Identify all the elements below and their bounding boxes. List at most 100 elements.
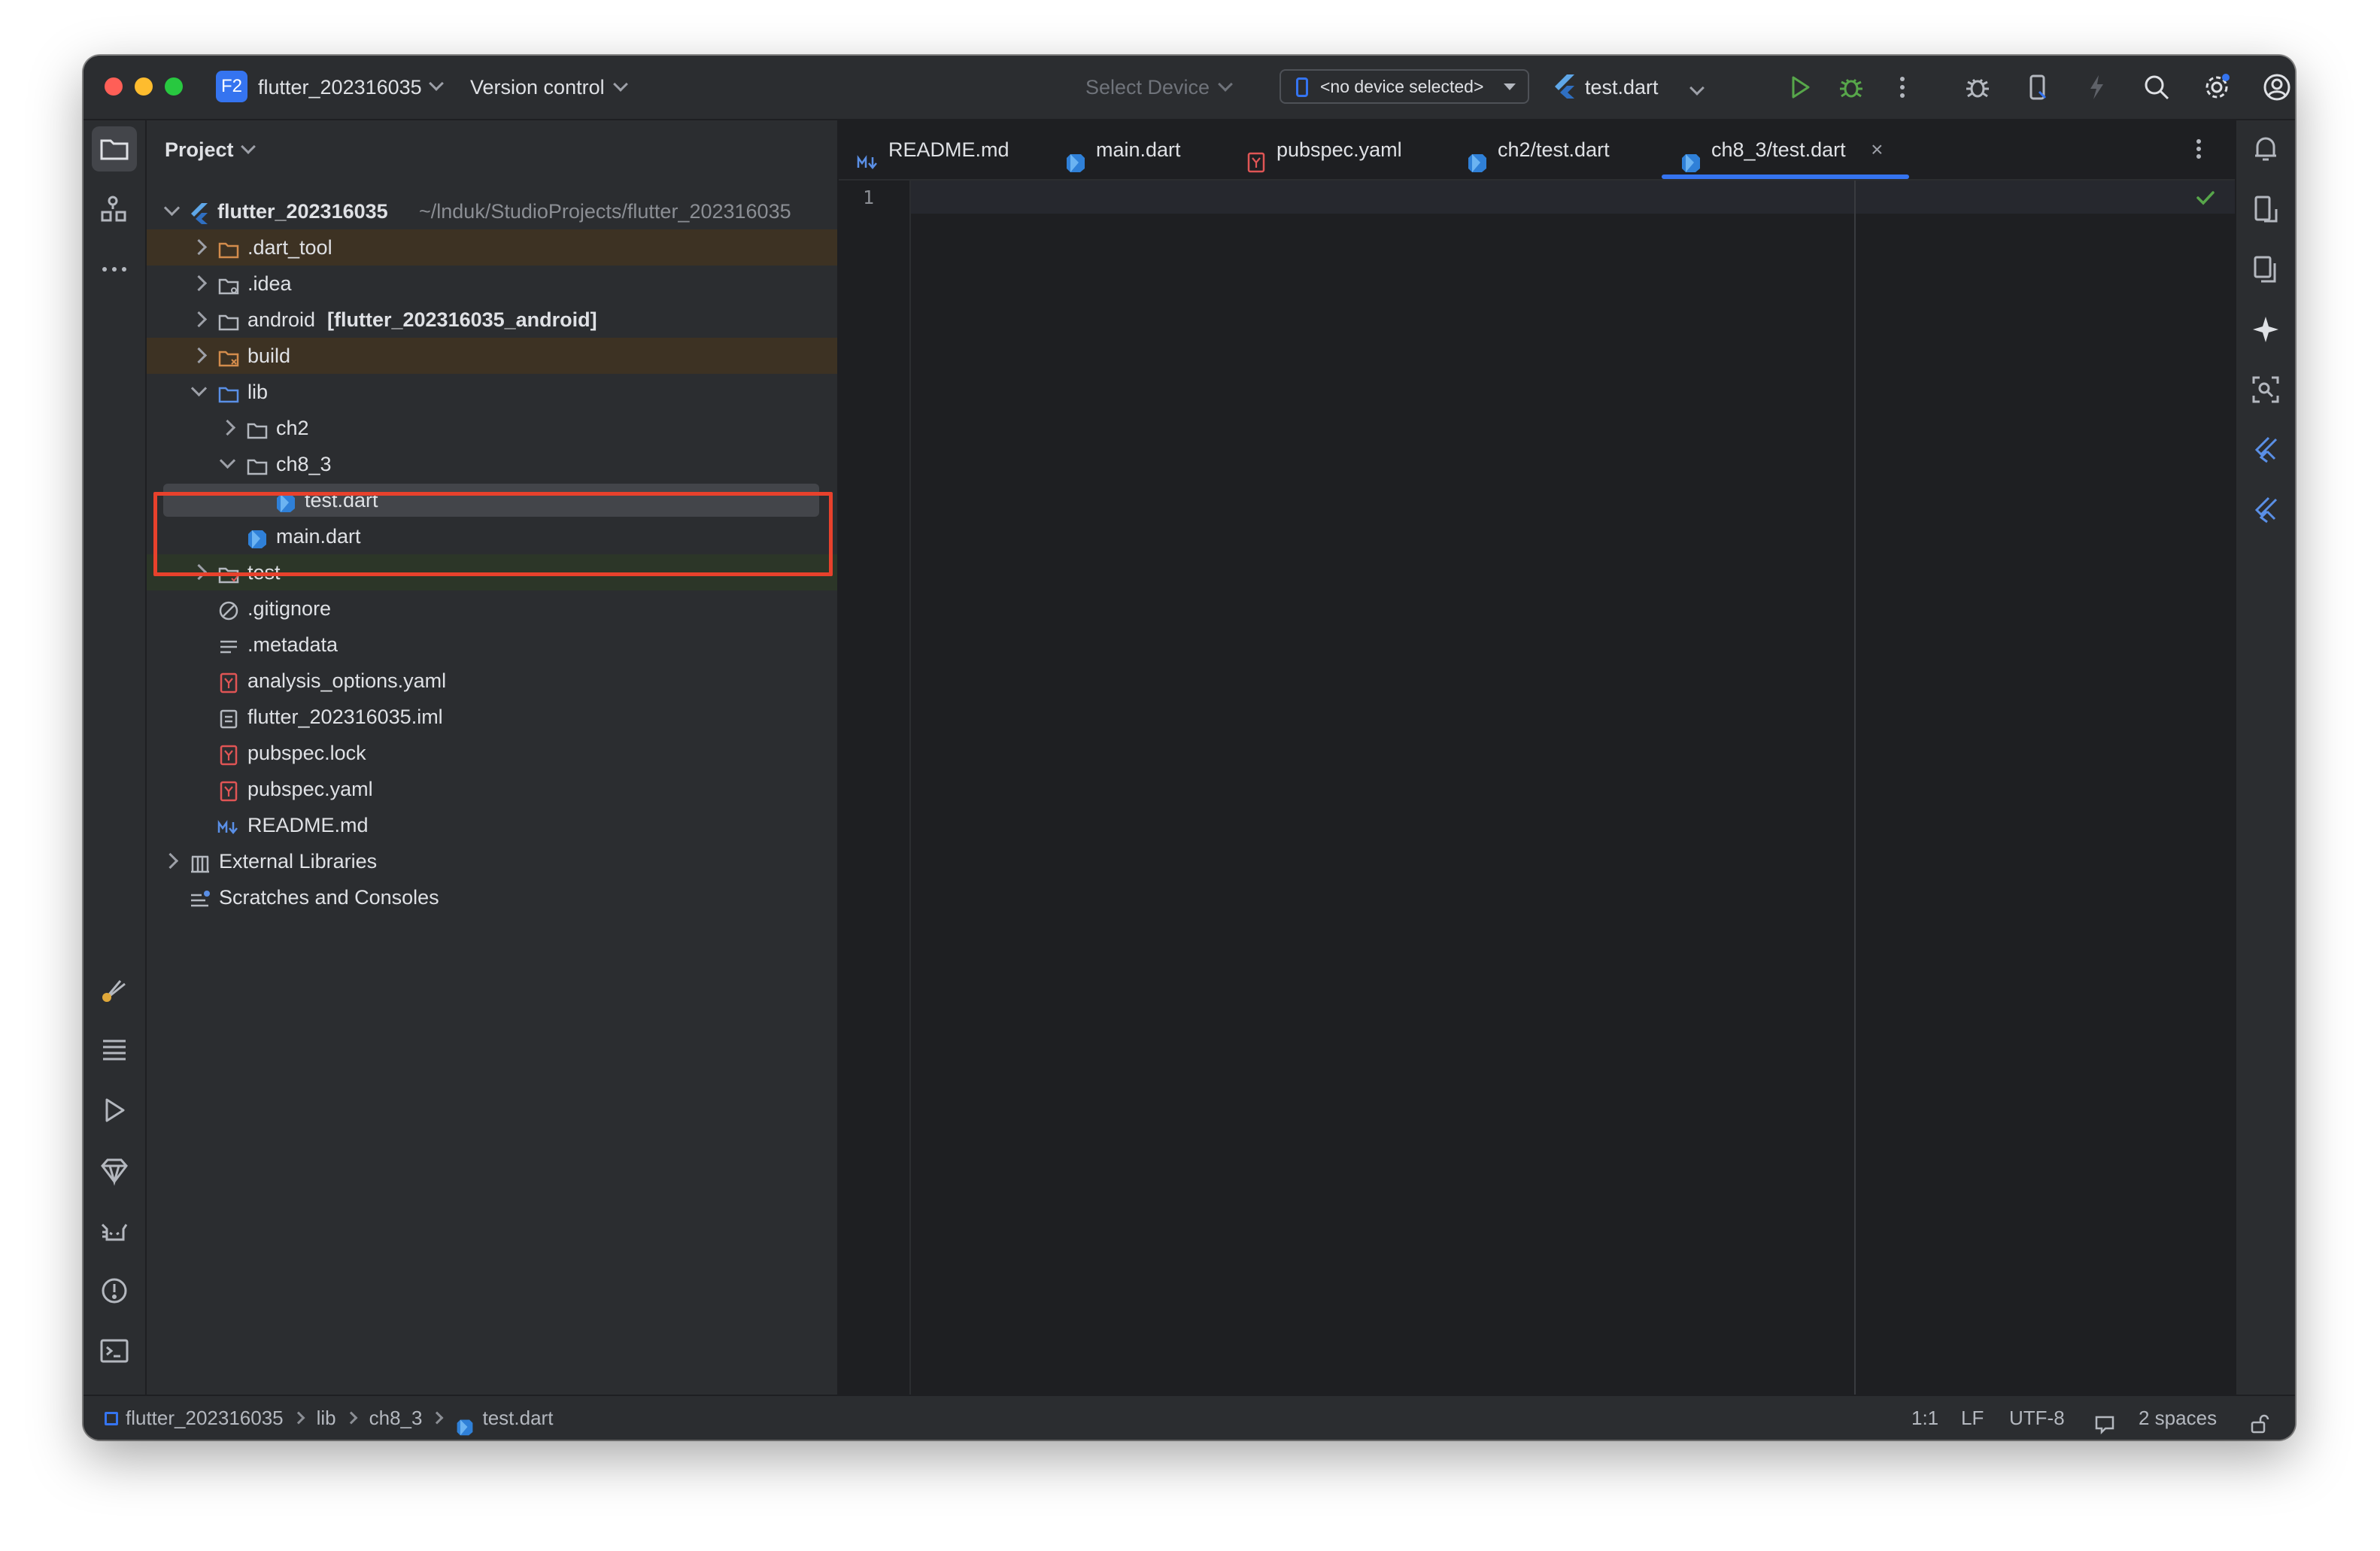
device-manager-icon[interactable] bbox=[2023, 72, 2053, 102]
ignore-file-icon bbox=[217, 597, 240, 621]
select-device-menu[interactable]: Select Device bbox=[1085, 56, 1233, 119]
breadcrumb-item-ch8-3[interactable]: ch8_3 bbox=[369, 1407, 423, 1429]
chevron-right-icon[interactable] bbox=[190, 347, 208, 364]
tree-item-ch2[interactable]: ch2 bbox=[147, 410, 837, 446]
highlight-annotation-box bbox=[153, 492, 833, 576]
layout-inspector-icon[interactable] bbox=[2249, 373, 2282, 406]
outline-icon[interactable] bbox=[98, 1033, 131, 1067]
tree-item-ch8-3[interactable]: ch8_3 bbox=[147, 446, 837, 482]
debug-icon[interactable] bbox=[1836, 72, 1866, 102]
tree-item-android[interactable]: android [flutter_202316035_android] bbox=[147, 302, 837, 338]
folder-icon bbox=[217, 308, 240, 331]
tree-item-build[interactable]: build bbox=[147, 338, 837, 374]
tree-item-readme[interactable]: README.md bbox=[147, 807, 837, 843]
tree-root-name: flutter_202316035 bbox=[217, 200, 388, 223]
version-control-menu[interactable]: Version control bbox=[470, 56, 628, 119]
project-view-selector[interactable]: Project bbox=[165, 120, 256, 179]
terminal-icon[interactable] bbox=[98, 1334, 131, 1367]
chevron-right-icon[interactable] bbox=[190, 311, 208, 328]
flutter-outline-icon[interactable] bbox=[2249, 433, 2282, 466]
file-duplicate-icon[interactable] bbox=[2249, 253, 2282, 286]
tree-item-lib[interactable]: lib bbox=[147, 374, 837, 410]
notifications-icon[interactable] bbox=[2249, 132, 2282, 165]
breadcrumb-item-file[interactable]: test.dart bbox=[482, 1407, 553, 1429]
breadcrumb-item-lib[interactable]: lib bbox=[317, 1407, 336, 1429]
maximize-window-button[interactable] bbox=[165, 77, 183, 96]
caret-position[interactable]: 1:1 bbox=[1911, 1396, 1938, 1440]
module-file-icon bbox=[217, 706, 240, 729]
tree-item-scratches[interactable]: Scratches and Consoles bbox=[147, 879, 837, 915]
more-tools-icon[interactable] bbox=[98, 253, 131, 286]
tree-item-pubspec-lock[interactable]: pubspec.lock bbox=[147, 735, 837, 771]
tree-item-analysis-options[interactable]: analysis_options.yaml bbox=[147, 663, 837, 699]
chevron-right-icon[interactable] bbox=[190, 275, 208, 292]
tree-item-external-libraries[interactable]: External Libraries bbox=[147, 843, 837, 879]
tree-item-dart-tool[interactable]: .dart_tool bbox=[147, 229, 837, 266]
project-badge: F2 bbox=[216, 71, 247, 102]
version-control-label: Version control bbox=[470, 76, 605, 99]
search-icon[interactable] bbox=[2142, 72, 2172, 102]
file-encoding[interactable]: UTF-8 bbox=[2009, 1396, 2065, 1440]
tab-label: ch8_3/test.dart bbox=[1711, 138, 1846, 161]
tree-item-gitignore[interactable]: .gitignore bbox=[147, 590, 837, 627]
chevron-down-icon[interactable] bbox=[219, 452, 236, 469]
bug-icon[interactable] bbox=[1963, 72, 1993, 102]
tab-ch8-3-test-dart[interactable]: ch8_3/test.dart × bbox=[1662, 120, 1908, 179]
line-number: 1 bbox=[863, 187, 875, 208]
run-icon[interactable] bbox=[1785, 72, 1815, 102]
minimize-window-button[interactable] bbox=[135, 77, 153, 96]
line-gutter: 1 bbox=[839, 181, 911, 1395]
sparkle-icon[interactable] bbox=[2249, 313, 2282, 346]
flutter-inspector-icon[interactable] bbox=[98, 973, 131, 1006]
text-file-icon bbox=[217, 633, 240, 656]
account-icon[interactable] bbox=[2262, 72, 2292, 102]
structure-icon[interactable] bbox=[98, 193, 131, 226]
flutter-performance-icon[interactable] bbox=[2249, 493, 2282, 527]
breadcrumb-item-project[interactable]: flutter_202316035 bbox=[126, 1407, 284, 1429]
hot-reload-icon[interactable] bbox=[2081, 72, 2111, 102]
tab-ch2-test-dart[interactable]: ch2/test.dart bbox=[1466, 120, 1610, 179]
tree-item-iml[interactable]: flutter_202316035.iml bbox=[147, 699, 837, 735]
chevron-down-icon[interactable] bbox=[163, 199, 181, 217]
problems-icon[interactable] bbox=[98, 1274, 131, 1307]
more-icon[interactable] bbox=[1887, 72, 1917, 102]
tab-main-dart[interactable]: main.dart bbox=[1064, 120, 1181, 179]
chevron-down-icon bbox=[1689, 80, 1705, 96]
settings-icon[interactable] bbox=[2202, 72, 2232, 102]
tab-pubspec-yaml[interactable]: pubspec.yaml bbox=[1245, 120, 1402, 179]
editor-tabs: README.md main.dart pubspec.yaml ch2/tes… bbox=[839, 120, 2236, 181]
gem-icon[interactable] bbox=[98, 1154, 131, 1187]
tree-root-flutter-project[interactable]: flutter_202316035 ~/lnduk/StudioProjects… bbox=[147, 193, 837, 229]
tab-options-icon[interactable] bbox=[2184, 134, 2214, 164]
chevron-right-icon[interactable] bbox=[162, 852, 179, 870]
tree-item-label: ch2 bbox=[276, 417, 309, 439]
scratches-icon bbox=[189, 886, 211, 909]
device-dropdown[interactable]: <no device selected> bbox=[1280, 69, 1529, 104]
device-mirroring-icon[interactable] bbox=[2249, 193, 2282, 226]
chevron-right-icon[interactable] bbox=[219, 419, 236, 436]
tree-item-label: flutter_202316035.iml bbox=[247, 706, 443, 728]
markdown-file-icon bbox=[217, 814, 240, 836]
folder-icon[interactable] bbox=[98, 132, 131, 165]
logcat-icon[interactable] bbox=[98, 1214, 131, 1247]
close-tab-icon[interactable]: × bbox=[1871, 120, 1883, 179]
code-editor[interactable]: 1 bbox=[839, 181, 2236, 1395]
chevron-down-icon bbox=[1218, 77, 1233, 92]
dart-icon bbox=[1466, 138, 1489, 172]
line-ending[interactable]: LF bbox=[1961, 1396, 1984, 1440]
close-window-button[interactable] bbox=[105, 77, 123, 96]
dart-icon bbox=[455, 1408, 475, 1436]
lock-icon[interactable] bbox=[2248, 1407, 2271, 1440]
chevron-right-icon[interactable] bbox=[190, 238, 208, 256]
no-problems-check-icon[interactable] bbox=[2193, 185, 2218, 211]
tree-item-label: Scratches and Consoles bbox=[219, 886, 439, 909]
reader-mode-icon[interactable] bbox=[2093, 1407, 2116, 1440]
chevron-down-icon[interactable] bbox=[190, 380, 208, 397]
tree-item-pubspec-yaml[interactable]: pubspec.yaml bbox=[147, 771, 837, 807]
indent-setting[interactable]: 2 spaces bbox=[2139, 1396, 2217, 1440]
phone-icon bbox=[1296, 77, 1308, 97]
tree-item-idea[interactable]: .idea bbox=[147, 266, 837, 302]
tree-item-metadata[interactable]: .metadata bbox=[147, 627, 837, 663]
tab-readme[interactable]: README.md bbox=[857, 120, 1009, 179]
run-tool-icon[interactable] bbox=[98, 1094, 131, 1127]
